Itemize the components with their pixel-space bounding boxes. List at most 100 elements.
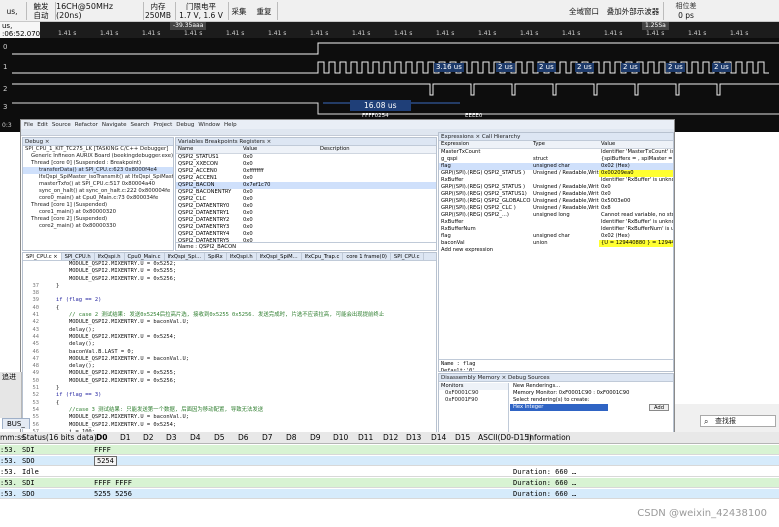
capture-button[interactable]: 采集 xyxy=(228,0,250,22)
debug-tree-item[interactable]: IfxQspi_SpiMaster_isoTransmit() at IfxQs… xyxy=(23,174,173,181)
threshold-select[interactable]: 门限电平 1.7 V, 1.6 V xyxy=(176,0,226,22)
header-d8[interactable]: D8 xyxy=(286,432,297,444)
expression-row[interactable]: flag unsigned char 0x02 (Hex) xyxy=(439,162,673,170)
header-d1[interactable]: D1 xyxy=(120,432,131,444)
ide-menu-item[interactable]: Navigate xyxy=(102,122,127,128)
register-row[interactable]: QSPI2_ACCEN1 0x0 xyxy=(176,175,436,182)
editor-tab[interactable]: Cpu0_Main.c xyxy=(125,253,165,260)
header-d11[interactable]: D11 xyxy=(358,432,373,444)
register-row[interactable]: QSPI2_DATAENTRY0 0x0 xyxy=(176,203,436,210)
header-d2[interactable]: D2 xyxy=(143,432,154,444)
memory-depth-select[interactable]: 内存 250MB xyxy=(143,0,173,22)
register-row[interactable]: QSPI2_ACCEN0 0xffffffff xyxy=(176,168,436,175)
register-row[interactable]: QSPI2_BACONENTRY 0x0 xyxy=(176,189,436,196)
trigger-mode-button[interactable]: 触发 自动 xyxy=(28,0,54,22)
code-area[interactable]: MODULE_QSPI2.MIXENTRY.U = 0x5252; MODULE… xyxy=(23,261,436,436)
debug-pane[interactable]: Debug × SPI_CPU_1_KIT_TC275_LK [TASKING … xyxy=(22,137,174,251)
expression-row[interactable]: GRP((SPI).(REG) QSPI2_CLC ) Unsigned / Re… xyxy=(439,205,673,212)
sample-rate-select[interactable]: 16CH@50MHz (20ns) xyxy=(56,0,140,22)
bus-tab[interactable]: BUS_ xyxy=(2,418,30,429)
ide-menu-item[interactable]: Window xyxy=(198,122,220,128)
editor-tab[interactable]: SPI_CPU.h xyxy=(62,253,95,260)
memory-pane[interactable]: Disassembly Memory × Debug Sources Monit… xyxy=(438,373,674,437)
expression-row[interactable]: RxBuffer Identifier 'RxBuffer' is unknown… xyxy=(439,177,673,184)
ide-menu-item[interactable]: Refactor xyxy=(75,122,98,128)
header-d4[interactable]: D4 xyxy=(190,432,201,444)
ide-menu-item[interactable]: Source xyxy=(52,122,71,128)
hex-integer-option[interactable]: Hex Integer xyxy=(510,404,608,411)
expression-row[interactable]: GRP((SPI).(REG) QSPI2_STATUS ) Unsigned /… xyxy=(439,184,673,191)
expressions-pane[interactable]: Expressions × Call Hierarchy Expression … xyxy=(438,132,674,372)
debug-tree-item[interactable]: Generic Infineon AURIX Board (beekingdeb… xyxy=(23,153,173,160)
header-d15[interactable]: D15 xyxy=(455,432,470,444)
fullscreen-window-button[interactable]: 全域窗口 xyxy=(565,0,603,22)
time-ruler[interactable]: us, :06:52.070 -39.35aaa 1.25Sa 1.41 s 1.… xyxy=(0,22,779,38)
register-row[interactable]: QSPI2_CLC 0x0 xyxy=(176,196,436,203)
register-row[interactable]: QSPI2_DATAENTRY4 0x0 xyxy=(176,231,436,238)
debug-tree-item[interactable]: core2_main() at 0x80000330 xyxy=(23,223,173,230)
channel-2-row[interactable]: 2 xyxy=(0,80,779,100)
expression-row[interactable]: GRP((SPI).(REG) QSPI2_...) unsigned long C… xyxy=(439,212,673,219)
cursor-a-readout[interactable]: -39.35aaa xyxy=(170,22,207,30)
waveform-area[interactable]: 0 1 2 3 16.08 us 3.16 us 2 us 2 us 2 us … xyxy=(0,38,779,120)
bus-row[interactable]: :53. SDO 5254 xyxy=(0,456,779,466)
header-d3[interactable]: D3 xyxy=(166,432,177,444)
col-expr-value[interactable]: Value xyxy=(599,141,673,149)
editor-tab[interactable]: IfxQspi.h xyxy=(95,253,125,260)
header-d12[interactable]: D12 xyxy=(383,432,398,444)
channel-3-row[interactable]: 3 16.08 us xyxy=(0,98,779,118)
ide-menu-item[interactable]: File xyxy=(24,122,33,128)
monitors-list[interactable]: Monitors 0xF0001C90 0xF0001F90 xyxy=(439,383,509,436)
left-strip-label[interactable]: 追进 xyxy=(2,372,16,382)
repeat-button[interactable]: 重复 xyxy=(253,0,275,22)
expression-row[interactable]: MasterTxCount Identifier 'MasterTxCount' … xyxy=(439,148,673,156)
bus-row[interactable]: :53. SDO 5255 5256 Duration: 660 … xyxy=(0,489,779,499)
ide-menu-item[interactable]: Project xyxy=(153,122,172,128)
debug-tree-item[interactable]: sync_on_halt() at sync_on_halt.c:222 0x8… xyxy=(23,188,173,195)
editor-tab[interactable]: SpiRx xyxy=(205,253,227,260)
editor-tab[interactable]: IfxCpu_Trap.c xyxy=(302,253,344,260)
overlay-oscilloscope-button[interactable]: 叠加外部示波器 xyxy=(604,0,662,22)
editor-tab[interactable]: core 1 frame(0) xyxy=(343,253,391,260)
editor-tab[interactable]: IfxQspi_Spi... xyxy=(165,253,206,260)
editor-tab[interactable]: IfxQspi_SpiM... xyxy=(257,253,302,260)
header-d7[interactable]: D7 xyxy=(262,432,273,444)
register-row[interactable]: QSPI2_DATAENTRY1 0x0 xyxy=(176,210,436,217)
debug-tree-item[interactable]: Thread [core 2] (Suspended) xyxy=(23,216,173,223)
bus-row[interactable]: :53. Idle Duration: 660 … xyxy=(0,467,779,477)
ide-menu-item[interactable]: Help xyxy=(224,122,237,128)
header-d10[interactable]: D10 xyxy=(333,432,348,444)
header-d14[interactable]: D14 xyxy=(431,432,446,444)
header-ascii[interactable]: ASCII(D0-D15) xyxy=(478,432,532,444)
register-row[interactable]: QSPI2_DATAENTRY3 0x0 xyxy=(176,224,436,231)
editor-tab[interactable]: IfxQspi.h xyxy=(227,253,257,260)
col-description[interactable]: Description xyxy=(318,146,436,154)
ide-menu-item[interactable]: Search xyxy=(131,122,150,128)
cursor-b-readout[interactable]: 1.25Sa xyxy=(642,22,669,30)
editor-tab[interactable]: SPI_CPU.c × xyxy=(23,253,62,260)
code-editor[interactable]: SPI_CPU.c × SPI_CPU.h IfxQspi.h Cpu0_Main.c… xyxy=(22,252,437,437)
expression-row[interactable]: flag unsigned char 0x02 (Hex) xyxy=(439,233,673,240)
phase-offset-field[interactable]: 相位差 0 ps xyxy=(666,0,706,22)
expression-row[interactable]: GRP((SPI).(REG) QSPI2_GLOBALCON) Unsigned… xyxy=(439,198,673,205)
header-d6[interactable]: D6 xyxy=(238,432,249,444)
registers-pane[interactable]: Variables Breakpoints Registers × Name V… xyxy=(175,137,437,251)
bus-row[interactable]: :53. SDI FFFF FFFF Duration: 660 … xyxy=(0,478,779,488)
expression-row[interactable]: GRP((SPI).(REG) QSPI2_STATUS1) Unsigned /… xyxy=(439,191,673,198)
register-row[interactable]: QSPI2_BACON 0x7ef1c70 xyxy=(176,181,436,189)
expression-row[interactable]: g_qspi struct {spiBufferx = , spiMaster = … xyxy=(439,156,673,163)
debug-tree-item[interactable]: masterTxfo() at SPI_CPU.c:517 0x80004a40 xyxy=(23,181,173,188)
col-expression[interactable]: Expression xyxy=(439,141,531,149)
header-d9[interactable]: D9 xyxy=(310,432,321,444)
register-row[interactable]: QSPI2_STATUS1 0x0 xyxy=(176,153,436,161)
header-d13[interactable]: D13 xyxy=(406,432,421,444)
editor-tab[interactable]: SPI_CPU.c xyxy=(391,253,424,260)
new-renderings-tab[interactable]: New Renderings... xyxy=(510,383,673,390)
monitor-item[interactable]: 0xF0001F90 xyxy=(439,397,508,404)
debug-tree-item[interactable]: SPI_CPU_1_KIT_TC275_LK [TASKING C/C++ De… xyxy=(23,146,173,153)
debug-tree-item[interactable]: core0_main() at Cpu0_Main.c:73 0x800034f… xyxy=(23,195,173,202)
register-row[interactable]: QSPI2_DATAENTRY2 0x0 xyxy=(176,217,436,224)
col-type[interactable]: Type xyxy=(531,141,599,149)
expression-row[interactable]: RxBufferNum Identifier 'RxBufferNum' is u… xyxy=(439,226,673,233)
col-name[interactable]: Name xyxy=(176,146,241,154)
